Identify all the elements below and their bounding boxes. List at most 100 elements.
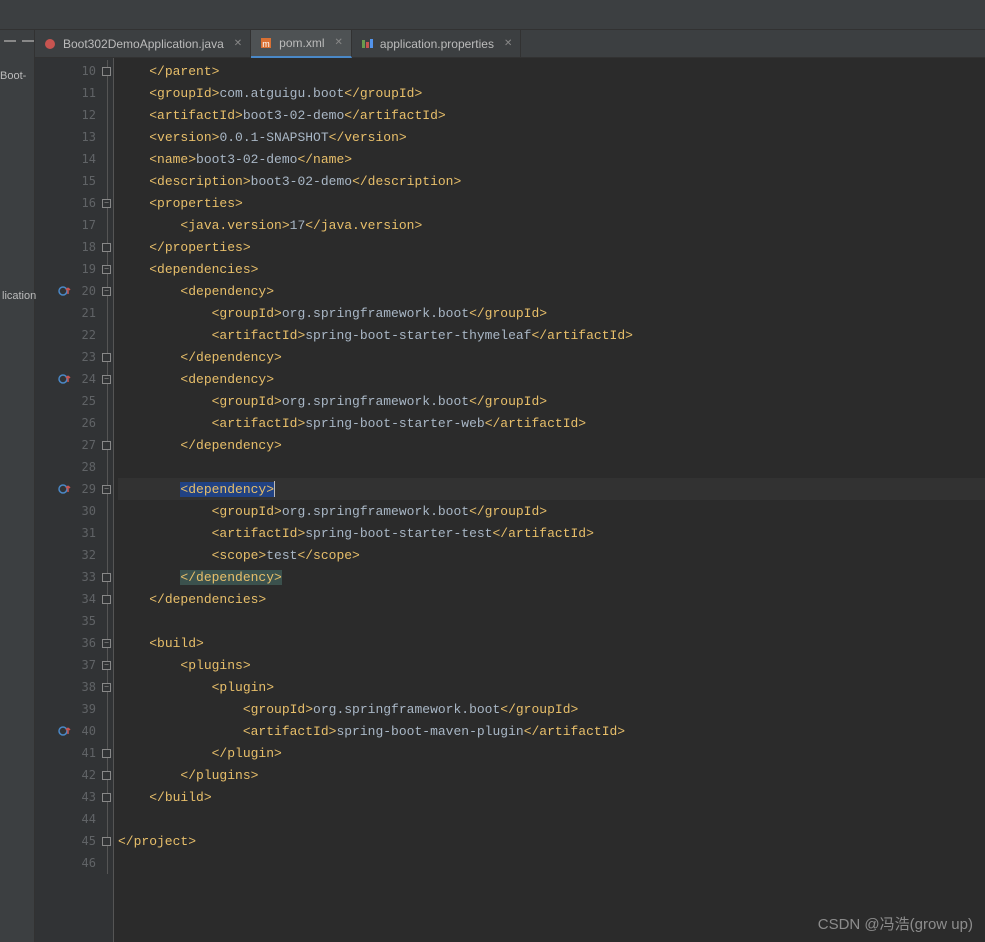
xml-tag: <build> [149, 636, 204, 651]
dependency-marker-icon[interactable] [58, 724, 72, 738]
xml-tag: <artifactId> [212, 416, 306, 431]
fold-cell: − [100, 654, 113, 676]
fold-cell [100, 324, 113, 346]
code-line[interactable] [118, 610, 985, 632]
code-line[interactable]: <artifactId>boot3-02-demo</artifactId> [118, 104, 985, 126]
fold-cell [100, 236, 113, 258]
line-number: 14 [35, 148, 100, 170]
code-line[interactable]: <description>boot3-02-demo</description> [118, 170, 985, 192]
tab-pom-xml[interactable]: mpom.xml✕ [251, 30, 352, 58]
line-number: 43 [35, 786, 100, 808]
fold-collapse-icon[interactable]: − [102, 639, 111, 648]
code-line[interactable] [118, 852, 985, 874]
fold-cell [100, 588, 113, 610]
xml-tag: </build> [149, 790, 211, 805]
xml-tag: <plugins> [180, 658, 250, 673]
code-line[interactable]: <plugin> [118, 676, 985, 698]
code-line[interactable]: <scope>test</scope> [118, 544, 985, 566]
code-line[interactable]: </dependency> [118, 346, 985, 368]
fold-collapse-icon[interactable]: − [102, 199, 111, 208]
fold-cell [100, 808, 113, 830]
code-line[interactable]: </plugins> [118, 764, 985, 786]
code-line[interactable]: <name>boot3-02-demo</name> [118, 148, 985, 170]
close-icon[interactable]: ✕ [335, 37, 343, 48]
code-line[interactable]: <properties> [118, 192, 985, 214]
line-number: 35 [35, 610, 100, 632]
fold-cell [100, 104, 113, 126]
xml-text: boot3-02-demo [196, 152, 297, 167]
line-number: 21 [35, 302, 100, 324]
code-line[interactable]: <groupId>com.atguigu.boot</groupId> [118, 82, 985, 104]
code-line[interactable]: </properties> [118, 236, 985, 258]
tab-Boot302DemoApplication-java[interactable]: Boot302DemoApplication.java✕ [35, 30, 251, 58]
code-line[interactable]: <version>0.0.1-SNAPSHOT</version> [118, 126, 985, 148]
code-line[interactable]: <groupId>org.springframework.boot</group… [118, 698, 985, 720]
code-line[interactable]: <artifactId>spring-boot-maven-plugin</ar… [118, 720, 985, 742]
fold-cell [100, 720, 113, 742]
dependency-marker-icon[interactable] [58, 482, 72, 496]
xml-tag: <artifactId> [149, 108, 243, 123]
dependency-marker-icon[interactable] [58, 284, 72, 298]
fold-cell [100, 126, 113, 148]
code-line[interactable]: <groupId>org.springframework.boot</group… [118, 390, 985, 412]
main-container: Boot- lication Boot302DemoApplication.ja… [0, 30, 985, 942]
code-line[interactable]: </plugin> [118, 742, 985, 764]
line-number: 45 [35, 830, 100, 852]
fold-cell: − [100, 478, 113, 500]
fold-collapse-icon[interactable]: − [102, 661, 111, 670]
xml-tag: </plugins> [180, 768, 258, 783]
code-line[interactable]: <artifactId>spring-boot-starter-test</ar… [118, 522, 985, 544]
line-number: 32 [35, 544, 100, 566]
code-line[interactable]: </dependency> [118, 566, 985, 588]
code-line[interactable]: <groupId>org.springframework.boot</group… [118, 302, 985, 324]
code-line[interactable]: <plugins> [118, 654, 985, 676]
maven-file-icon: m [259, 36, 273, 50]
xml-text: com.atguigu.boot [219, 86, 344, 101]
code-line[interactable]: </dependency> [118, 434, 985, 456]
line-number: 33 [35, 566, 100, 588]
fold-cell [100, 742, 113, 764]
line-number: 25 [35, 390, 100, 412]
xml-tag: <description> [149, 174, 250, 189]
code-line[interactable]: </build> [118, 786, 985, 808]
code-line[interactable]: <dependency> [118, 478, 985, 500]
code-content[interactable]: </parent> <groupId>com.atguigu.boot</gro… [114, 58, 985, 942]
code-area: 1011121314151617181920212223242526272829… [35, 58, 985, 942]
code-line[interactable]: <dependency> [118, 368, 985, 390]
code-line[interactable] [118, 456, 985, 478]
code-line[interactable]: <artifactId>spring-boot-starter-web</art… [118, 412, 985, 434]
dependency-marker-icon[interactable] [58, 372, 72, 386]
code-line[interactable]: <groupId>org.springframework.boot</group… [118, 500, 985, 522]
fold-collapse-icon[interactable]: − [102, 375, 111, 384]
svg-text:m: m [262, 39, 270, 49]
toolbar-icons[interactable] [4, 40, 34, 42]
xml-tag: <version> [149, 130, 219, 145]
watermark-text: CSDN @冯浩(grow up) [818, 913, 973, 934]
fold-collapse-icon[interactable]: − [102, 287, 111, 296]
code-line[interactable]: <dependency> [118, 280, 985, 302]
tab-application-properties[interactable]: application.properties✕ [352, 30, 521, 58]
code-line[interactable]: <dependencies> [118, 258, 985, 280]
fold-cell [100, 456, 113, 478]
code-line[interactable] [118, 808, 985, 830]
code-line[interactable]: </dependencies> [118, 588, 985, 610]
fold-cell [100, 610, 113, 632]
close-icon[interactable]: ✕ [504, 38, 512, 49]
close-icon[interactable]: ✕ [234, 38, 242, 49]
xml-tag: </java.version> [305, 218, 422, 233]
fold-collapse-icon[interactable]: − [102, 265, 111, 274]
code-line[interactable]: </project> [118, 830, 985, 852]
fold-end-icon [102, 573, 111, 582]
line-number: 29 [35, 478, 100, 500]
code-line[interactable]: <java.version>17</java.version> [118, 214, 985, 236]
xml-tag: <properties> [149, 196, 243, 211]
xml-text: boot3-02-demo [243, 108, 344, 123]
fold-collapse-icon[interactable]: − [102, 485, 111, 494]
code-line[interactable]: </parent> [118, 60, 985, 82]
fold-end-icon [102, 243, 111, 252]
line-number: 15 [35, 170, 100, 192]
fold-collapse-icon[interactable]: − [102, 683, 111, 692]
code-line[interactable]: <artifactId>spring-boot-starter-thymelea… [118, 324, 985, 346]
code-line[interactable]: <build> [118, 632, 985, 654]
fold-cell [100, 82, 113, 104]
